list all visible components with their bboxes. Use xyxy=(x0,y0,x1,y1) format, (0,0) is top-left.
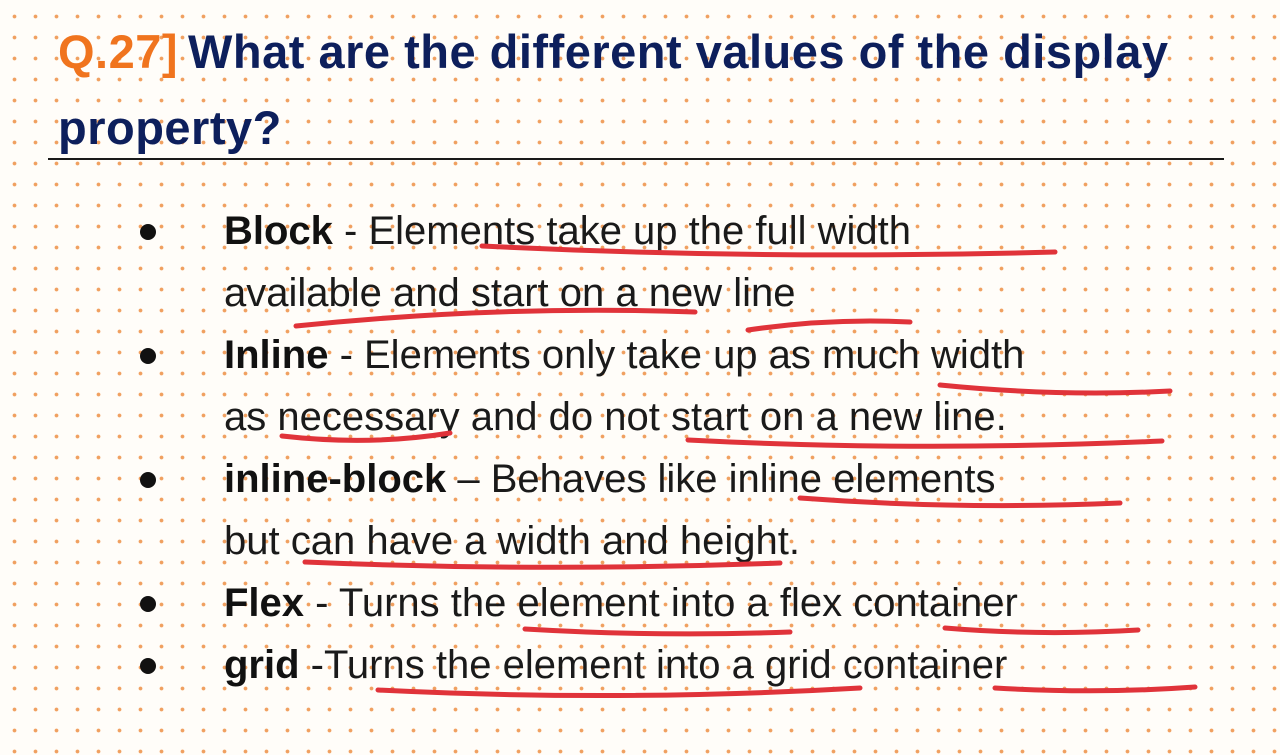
item-term: inline-block xyxy=(224,457,447,501)
question-text: What are the different values of the dis… xyxy=(58,25,1169,154)
item-term: grid xyxy=(224,643,300,687)
item-description-line-2: available and start on a new line xyxy=(224,271,796,315)
item-line-1: grid -Turns the element into a grid cont… xyxy=(224,635,1007,695)
question-number: Q.27] xyxy=(58,25,179,78)
item-term: Flex xyxy=(224,581,305,625)
item-description-line-2: but can have a width and height. xyxy=(224,519,800,563)
item-separator: - xyxy=(304,581,339,625)
item-separator: - xyxy=(328,333,364,377)
item-description-line-2: as necessary and do not start on a new l… xyxy=(224,395,1007,439)
item-description-line-1: Turns the element into a grid container xyxy=(323,643,1008,687)
bullet-icon xyxy=(140,472,156,488)
bullet-icon xyxy=(140,224,156,240)
underline-mark xyxy=(992,684,1198,694)
item-line-1: Block - Elements take up the full width xyxy=(224,201,911,261)
bullet-icon xyxy=(140,596,156,612)
item-line-1: inline-block – Behaves like inline eleme… xyxy=(224,449,995,509)
item-description-line-1: Turns the element into a flex container xyxy=(338,581,1018,625)
item-line-1: Inline - Elements only take up as much w… xyxy=(224,325,1024,385)
title-divider xyxy=(48,158,1224,160)
item-separator: – xyxy=(446,457,491,501)
item-description-line-1: Behaves like inline elements xyxy=(490,457,996,501)
item-description-line-1: Elements take up the full width xyxy=(368,209,912,253)
question-title: Q.27] What are the different values of th… xyxy=(58,14,1218,166)
item-line-1: Flex - Turns the element into a flex con… xyxy=(224,573,1018,633)
item-separator: - xyxy=(299,643,324,687)
item-separator: - xyxy=(332,209,369,253)
bullet-icon xyxy=(140,348,156,364)
item-term: Block xyxy=(224,209,333,253)
item-description-line-1: Elements only take up as much width xyxy=(364,333,1025,377)
bullet-icon xyxy=(140,658,156,674)
item-term: Inline xyxy=(224,333,329,377)
